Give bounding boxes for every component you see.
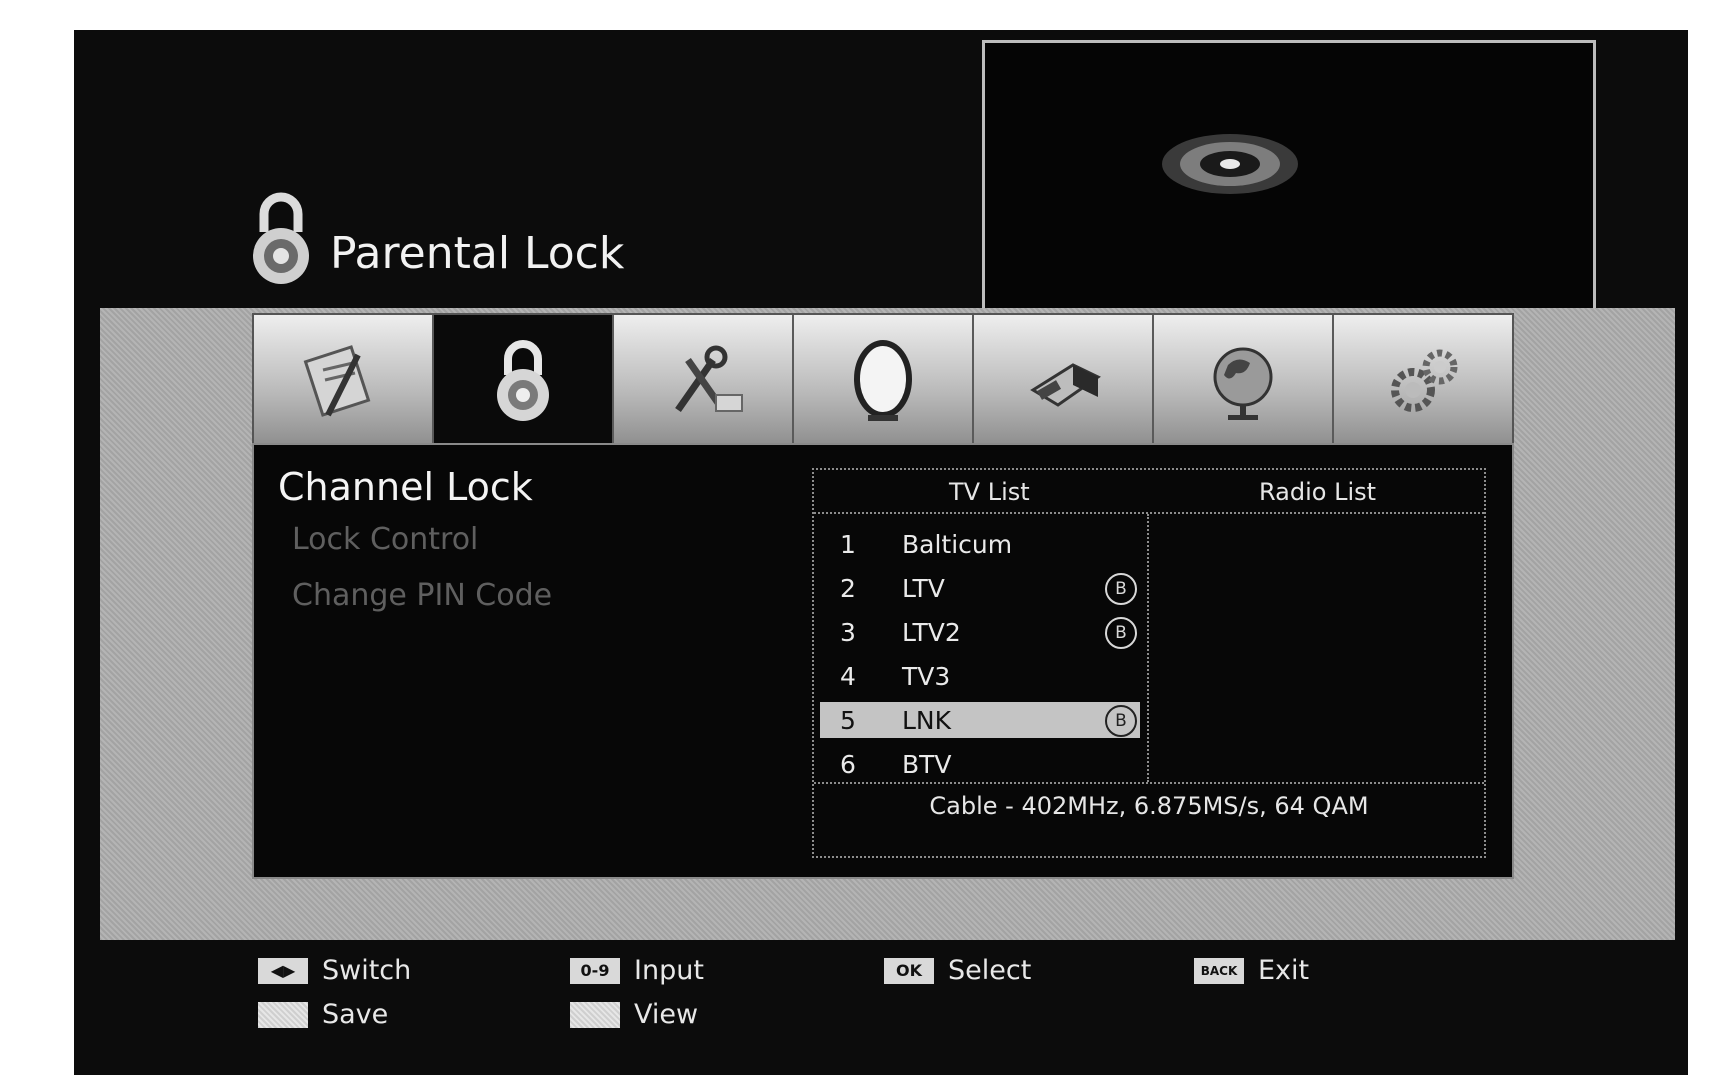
channel-name: Balticum xyxy=(902,530,1013,559)
hint-label: Switch xyxy=(322,955,412,986)
lock-icon: B xyxy=(1105,617,1137,649)
channel-row[interactable]: 1 Balticum xyxy=(820,526,1140,562)
padlock-icon xyxy=(497,340,549,421)
menu-tab-bar xyxy=(252,313,1514,447)
channel-name: LTV xyxy=(902,574,945,603)
channel-number: 1 xyxy=(840,530,856,559)
channel-name: LTV2 xyxy=(902,618,961,647)
channel-list-header: TV List Radio List xyxy=(814,470,1484,514)
hint-label: Input xyxy=(634,955,704,986)
frequency-info: Cable - 402MHz, 6.875MS/s, 64 QAM xyxy=(929,792,1369,820)
tab-edit[interactable] xyxy=(254,315,434,445)
divider xyxy=(1147,514,1149,782)
channel-row[interactable]: 4 TV3 xyxy=(820,658,1140,694)
hint-label: View xyxy=(634,999,699,1030)
tab-settings[interactable] xyxy=(1334,315,1512,445)
globe-icon xyxy=(1213,347,1273,420)
padlock-icon xyxy=(253,192,309,284)
channel-number: 6 xyxy=(840,750,856,779)
tab-installation[interactable] xyxy=(794,315,974,445)
document-edit-icon xyxy=(303,345,371,417)
lock-icon: B xyxy=(1105,573,1137,605)
channel-row[interactable]: 6 BTV xyxy=(820,746,1140,782)
channel-logo-icon xyxy=(1162,134,1298,194)
number-key-icon: 0-9 xyxy=(570,958,620,984)
channel-number: 2 xyxy=(840,574,856,603)
video-preview xyxy=(982,40,1596,311)
usb-drive-icon xyxy=(1030,363,1101,407)
channel-row[interactable]: 2 LTV B xyxy=(820,570,1140,606)
channel-row-selected[interactable]: 5 LNK B xyxy=(820,702,1140,738)
divider xyxy=(814,782,1484,784)
satellite-dish-icon xyxy=(854,340,912,421)
tab-network[interactable] xyxy=(1154,315,1334,445)
channel-number: 3 xyxy=(840,618,856,647)
menu-item-lock-control[interactable]: Lock Control xyxy=(292,522,478,557)
tab-tools[interactable] xyxy=(614,315,794,445)
channel-list: TV List Radio List 1 Balticum 2 LTV B 3 … xyxy=(812,468,1486,858)
tools-icon xyxy=(675,345,743,413)
page-title: Parental Lock xyxy=(330,228,625,279)
channel-name: BTV xyxy=(902,750,952,779)
channel-row[interactable]: 3 LTV2 B xyxy=(820,614,1140,650)
section-title: Channel Lock xyxy=(278,465,533,509)
left-right-key-icon: ◀▶ xyxy=(258,958,308,984)
channel-name: TV3 xyxy=(902,662,951,691)
channel-number: 4 xyxy=(840,662,856,691)
gears-icon xyxy=(1391,349,1458,412)
color-key-icon xyxy=(570,1002,620,1028)
tab-tv-list[interactable]: TV List xyxy=(949,478,1030,506)
lock-icon: B xyxy=(1105,705,1137,737)
channel-name: LNK xyxy=(902,706,952,735)
tab-usb[interactable] xyxy=(974,315,1154,445)
tab-parental-lock[interactable] xyxy=(434,315,614,445)
hint-label: Select xyxy=(948,955,1032,986)
menu-item-change-pin[interactable]: Change PIN Code xyxy=(292,578,552,613)
hint-label: Exit xyxy=(1258,955,1310,986)
tab-radio-list[interactable]: Radio List xyxy=(1259,478,1376,506)
ok-key-icon: OK xyxy=(884,958,934,984)
color-key-icon xyxy=(258,1002,308,1028)
back-key-icon: BACK xyxy=(1194,958,1244,984)
channel-number: 5 xyxy=(840,706,856,735)
hint-label: Save xyxy=(322,999,389,1030)
